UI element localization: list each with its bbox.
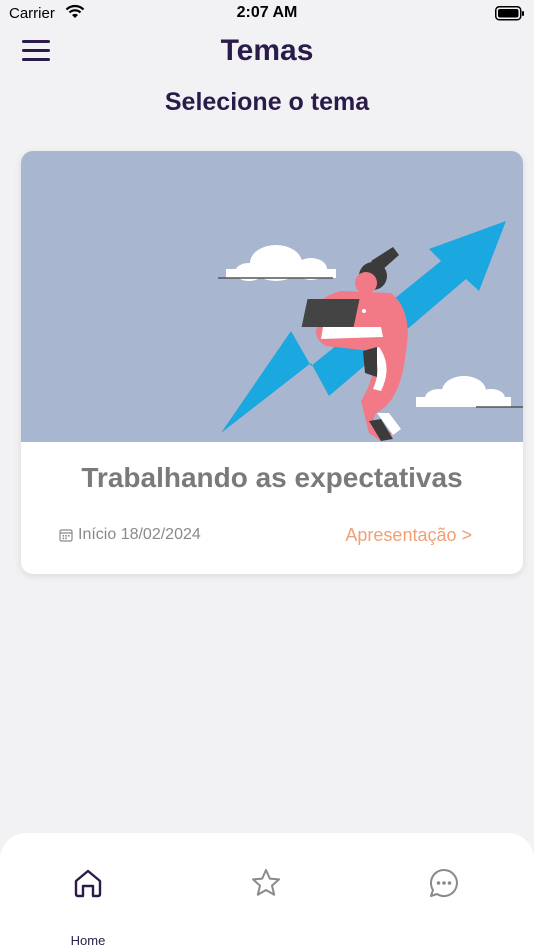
- tab-favorites[interactable]: [216, 833, 316, 950]
- tab-home-label: Home: [70, 933, 106, 948]
- tab-home[interactable]: Home: [38, 833, 138, 950]
- star-icon: [252, 869, 280, 896]
- status-bar: Carrier 2:07 AM: [0, 0, 534, 28]
- nav-header: Temas: [0, 30, 534, 76]
- tab-chat[interactable]: [394, 833, 494, 950]
- battery-icon: [495, 6, 524, 21]
- chat-bubble-icon: [429, 868, 458, 897]
- presentation-link[interactable]: Apresentação >: [345, 525, 472, 546]
- cloud-right: [416, 376, 511, 407]
- theme-card-illustration: [21, 151, 523, 442]
- section-title: Selecione o tema: [164, 88, 370, 116]
- bottom-nav: Home: [0, 833, 534, 950]
- theme-card-title: Trabalhando as expectativas: [81, 462, 463, 493]
- status-time: 2:07 AM: [236, 4, 298, 21]
- cloud-left: [226, 245, 336, 281]
- page-title: Temas: [220, 34, 314, 67]
- calendar-icon: [59, 529, 73, 542]
- start-date-label: Início 18/02/2024: [78, 526, 201, 543]
- home-icon: [74, 869, 102, 898]
- theme-card[interactable]: Trabalhando as expectativas Início 18/02…: [21, 151, 523, 574]
- theme-card-date: Início 18/02/2024: [59, 526, 201, 544]
